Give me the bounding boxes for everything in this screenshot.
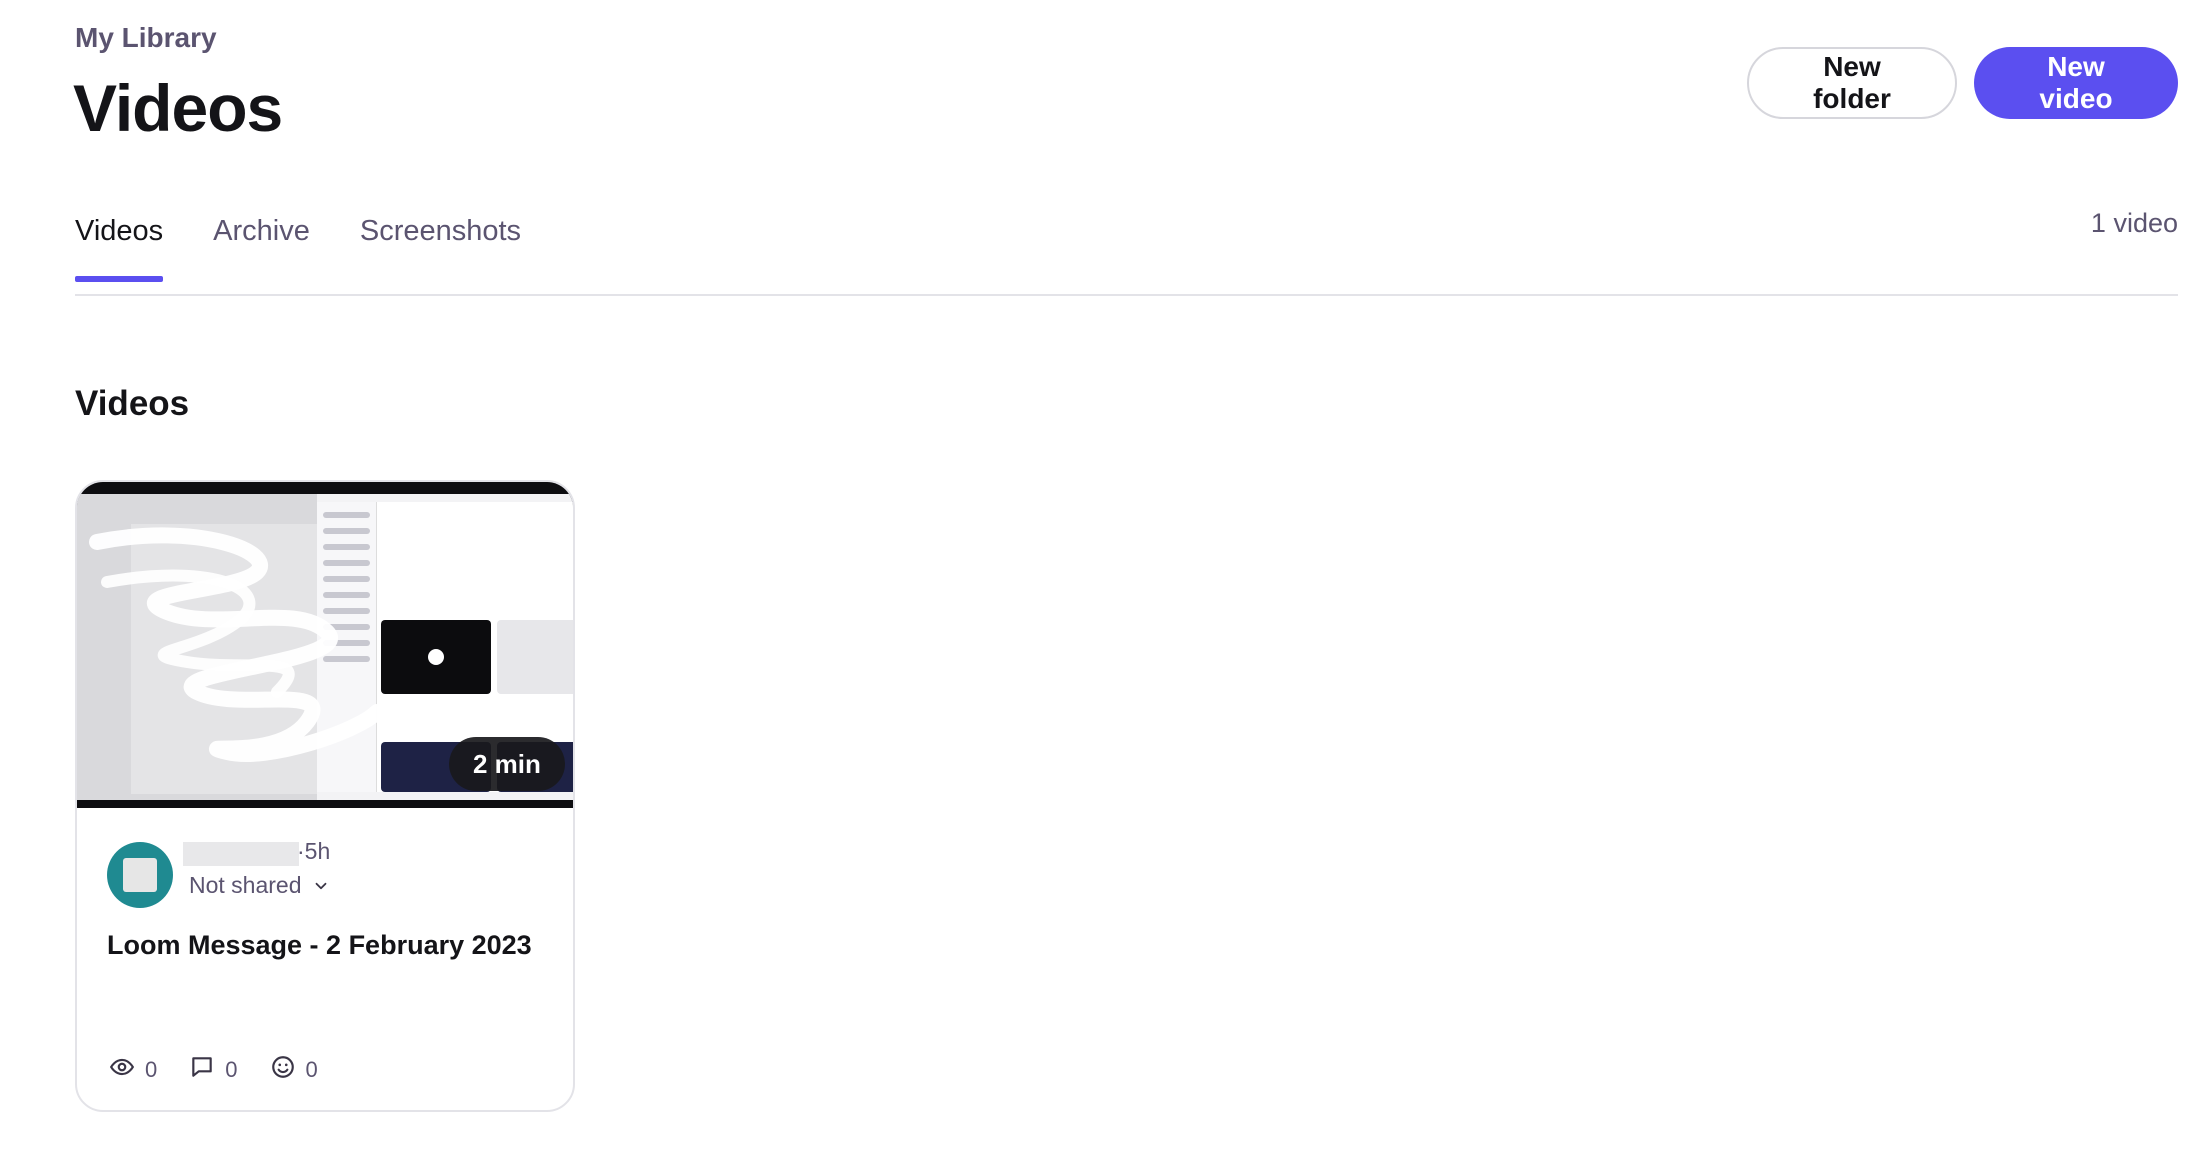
section-title: Videos <box>75 384 190 423</box>
tab-archive[interactable]: Archive <box>213 215 310 282</box>
video-count: 1 video <box>2090 208 2178 238</box>
comments-stat: 0 <box>189 1054 238 1086</box>
chevron-down-icon <box>312 877 330 895</box>
breadcrumb[interactable]: My Library <box>75 22 217 54</box>
tab-screenshots[interactable]: Screenshots <box>360 215 521 282</box>
views-stat: 0 <box>109 1054 157 1086</box>
duration-badge: 2 min <box>449 737 565 791</box>
video-stats: 0 0 0 <box>109 1054 318 1086</box>
owner-name-redacted <box>183 842 299 866</box>
comment-icon <box>189 1054 215 1086</box>
tabs-divider <box>75 294 2178 296</box>
smiley-icon <box>270 1054 296 1086</box>
reactions-count: 0 <box>305 1057 318 1082</box>
new-video-button[interactable]: New video <box>1974 47 2178 119</box>
video-card[interactable]: 2 min ·5h Not shared Loom Message - 2 Fe… <box>75 480 575 1112</box>
avatar <box>107 842 173 908</box>
library-tabs: Videos Archive Screenshots <box>75 215 521 282</box>
video-card-body: ·5h Not shared Loom Message - 2 February… <box>77 808 573 1110</box>
new-folder-button[interactable]: New folder <box>1747 47 1957 119</box>
share-status-dropdown[interactable]: Not shared <box>189 872 330 899</box>
video-title[interactable]: Loom Message - 2 February 2023 <box>107 930 532 961</box>
views-count: 0 <box>145 1057 158 1082</box>
reactions-stat: 0 <box>270 1054 318 1086</box>
avatar-image <box>123 858 157 892</box>
header-actions: New folder New video <box>1747 47 2178 119</box>
library-page: My Library Videos New folder New video V… <box>0 0 2198 1170</box>
tab-videos[interactable]: Videos <box>75 215 164 282</box>
time-ago: ·5h <box>297 838 331 864</box>
eye-icon <box>109 1054 135 1086</box>
video-thumbnail[interactable]: 2 min <box>77 482 573 808</box>
comments-count: 0 <box>225 1057 238 1082</box>
page-title: Videos <box>73 71 283 145</box>
share-status-label: Not shared <box>189 872 302 898</box>
